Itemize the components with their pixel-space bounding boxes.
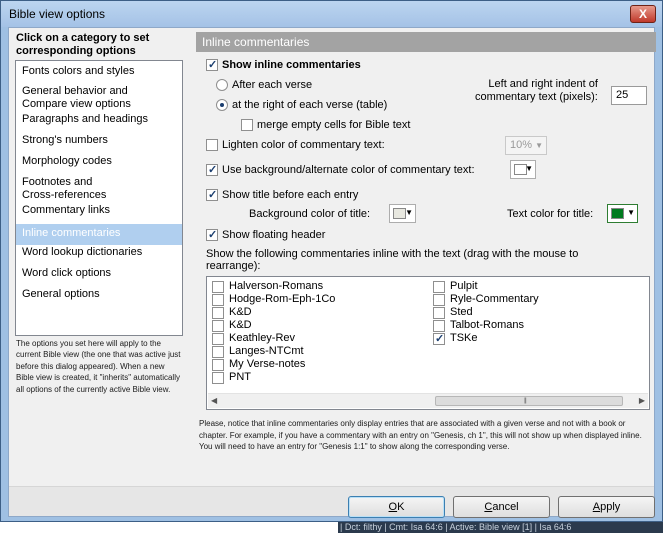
scroll-left-icon[interactable]: ◀ bbox=[211, 396, 217, 405]
commentary-name: Keathley-Rev bbox=[229, 332, 296, 344]
commentary-name: Langes-NTCmt bbox=[229, 345, 304, 357]
floating-header-checkbox[interactable] bbox=[206, 228, 218, 241]
commentary-name: K&D bbox=[229, 306, 252, 318]
show-inline-label: Show inline commentaries bbox=[222, 59, 361, 71]
cancel-label: ancel bbox=[492, 501, 519, 513]
category-list[interactable]: Fonts colors and styles General behavior… bbox=[15, 60, 183, 336]
category-item-word-lookup[interactable]: Word lookup dictionaries bbox=[16, 246, 182, 259]
title-background-color-picker[interactable]: ▼ bbox=[389, 204, 416, 223]
dialog-client: Click on a category to set corresponding… bbox=[8, 27, 656, 518]
ok-label: K bbox=[397, 501, 405, 513]
title-bar[interactable]: Bible view options X bbox=[1, 1, 662, 27]
category-item-commentary-links[interactable]: Commentary links bbox=[16, 204, 182, 217]
commentary-name: Talbot-Romans bbox=[450, 319, 524, 331]
commentary-name: Sted bbox=[450, 306, 473, 318]
indent-input[interactable]: 25 bbox=[611, 86, 647, 105]
category-item-fonts[interactable]: Fonts colors and styles bbox=[16, 65, 182, 78]
category-item-general-behavior[interactable]: General behavior and Compare view option… bbox=[16, 85, 182, 111]
close-icon: X bbox=[638, 7, 647, 21]
use-background-checkbox[interactable] bbox=[206, 163, 218, 176]
show-title-label: Show title before each entry bbox=[222, 189, 359, 201]
horizontal-scrollbar[interactable]: ◀ ||| ▶ bbox=[208, 393, 648, 408]
background-status-bar: | Dct: filthy | Cmt: Isa 64:6 | Active: … bbox=[338, 522, 663, 533]
category-item-footnotes[interactable]: Footnotes and Cross-references bbox=[16, 176, 182, 202]
options-note: The options you set here will apply to t… bbox=[16, 339, 181, 394]
inline-notice: Please, notice that inline commentaries … bbox=[199, 419, 642, 451]
title-text-color-picker[interactable]: ▼ bbox=[607, 204, 638, 223]
scrollbar-thumb[interactable]: ||| bbox=[435, 396, 623, 406]
commentary-name: Halverson-Romans bbox=[229, 280, 324, 292]
commentary-checkbox[interactable] bbox=[212, 320, 224, 332]
category-item-word-click[interactable]: Word click options bbox=[16, 267, 182, 280]
ok-accelerator: O bbox=[388, 501, 398, 513]
commentary-name: Hodge-Rom-Eph-1Co bbox=[229, 293, 336, 305]
category-item-inline-commentaries[interactable]: Inline commentaries bbox=[16, 224, 182, 245]
merge-empty-checkbox[interactable] bbox=[241, 119, 253, 131]
chevron-down-icon: ▼ bbox=[525, 164, 533, 173]
lighten-percent-select[interactable]: 10% ▼ bbox=[505, 136, 547, 155]
category-heading: Click on a category to set corresponding… bbox=[16, 32, 150, 57]
section-header: Inline commentaries bbox=[196, 32, 656, 52]
right-of-verse-label: at the right of each verse (table) bbox=[232, 99, 388, 111]
commentary-checkbox[interactable] bbox=[433, 332, 445, 345]
commentary-background-color-picker[interactable]: ▼ bbox=[510, 160, 536, 179]
grip-icon: ||| bbox=[524, 398, 527, 404]
commentary-checkbox[interactable] bbox=[433, 294, 445, 306]
show-inline-checkbox[interactable] bbox=[206, 58, 218, 71]
title-background-label: Background color of title: bbox=[249, 208, 371, 220]
commentary-checkbox[interactable] bbox=[212, 307, 224, 319]
commentary-checkbox[interactable] bbox=[433, 320, 445, 332]
show-title-checkbox[interactable] bbox=[206, 188, 218, 201]
window-title: Bible view options bbox=[9, 7, 106, 21]
after-each-verse-radio[interactable] bbox=[216, 79, 228, 91]
use-background-label: Use background/alternate color of commen… bbox=[222, 164, 475, 176]
indent-label: Left and right indent of commentary text… bbox=[475, 78, 598, 103]
commentary-checkbox[interactable] bbox=[212, 281, 224, 293]
commentary-checkbox[interactable] bbox=[212, 346, 224, 358]
commentary-checkbox[interactable] bbox=[433, 307, 445, 319]
color-swatch bbox=[611, 208, 624, 219]
ok-button[interactable]: OK bbox=[348, 496, 445, 518]
apply-accelerator: A bbox=[592, 501, 601, 513]
commentary-name: K&D bbox=[229, 319, 252, 331]
category-item-general-options[interactable]: General options bbox=[16, 288, 182, 301]
apply-label: pply bbox=[600, 501, 621, 513]
commentaries-list-label: Show the following commentaries inline w… bbox=[206, 248, 579, 272]
close-button[interactable]: X bbox=[630, 5, 656, 23]
commentaries-list[interactable]: Halverson-Romans Hodge-Rom-Eph-1Co K&D K… bbox=[206, 276, 650, 410]
commentary-name: PNT bbox=[229, 371, 251, 383]
chevron-down-icon: ▼ bbox=[405, 208, 413, 217]
commentary-name: Ryle-Commentary bbox=[450, 293, 539, 305]
commentary-checkbox[interactable] bbox=[212, 372, 224, 384]
lighten-percent-value: 10% bbox=[510, 139, 533, 151]
commentary-checkbox[interactable] bbox=[433, 281, 445, 293]
commentary-checkbox[interactable] bbox=[212, 359, 224, 371]
title-text-color-label: Text color for title: bbox=[507, 208, 594, 220]
color-swatch bbox=[393, 208, 406, 219]
scroll-right-icon[interactable]: ▶ bbox=[639, 396, 645, 405]
commentary-name: My Verse-notes bbox=[229, 358, 306, 370]
dialog-window: Bible view options X Click on a category… bbox=[0, 0, 663, 522]
floating-header-label: Show floating header bbox=[222, 229, 326, 241]
chevron-down-icon: ▼ bbox=[627, 208, 635, 217]
merge-empty-label: merge empty cells for Bible text bbox=[257, 119, 411, 131]
apply-button[interactable]: Apply bbox=[558, 496, 655, 518]
commentary-name: TSKe bbox=[450, 332, 478, 344]
category-item-morphology[interactable]: Morphology codes bbox=[16, 155, 182, 168]
lighten-label: Lighten color of commentary text: bbox=[222, 139, 385, 151]
right-of-verse-radio[interactable] bbox=[216, 99, 228, 111]
commentary-checkbox[interactable] bbox=[212, 333, 224, 345]
cancel-button[interactable]: Cancel bbox=[453, 496, 550, 518]
chevron-down-icon: ▼ bbox=[535, 141, 543, 150]
lighten-checkbox[interactable] bbox=[206, 139, 218, 151]
commentary-checkbox[interactable] bbox=[212, 294, 224, 306]
category-item-strongs[interactable]: Strong's numbers bbox=[16, 134, 182, 147]
after-each-verse-label: After each verse bbox=[232, 79, 313, 91]
commentary-name: Pulpit bbox=[450, 280, 478, 292]
category-item-paragraphs[interactable]: Paragraphs and headings bbox=[16, 113, 182, 126]
